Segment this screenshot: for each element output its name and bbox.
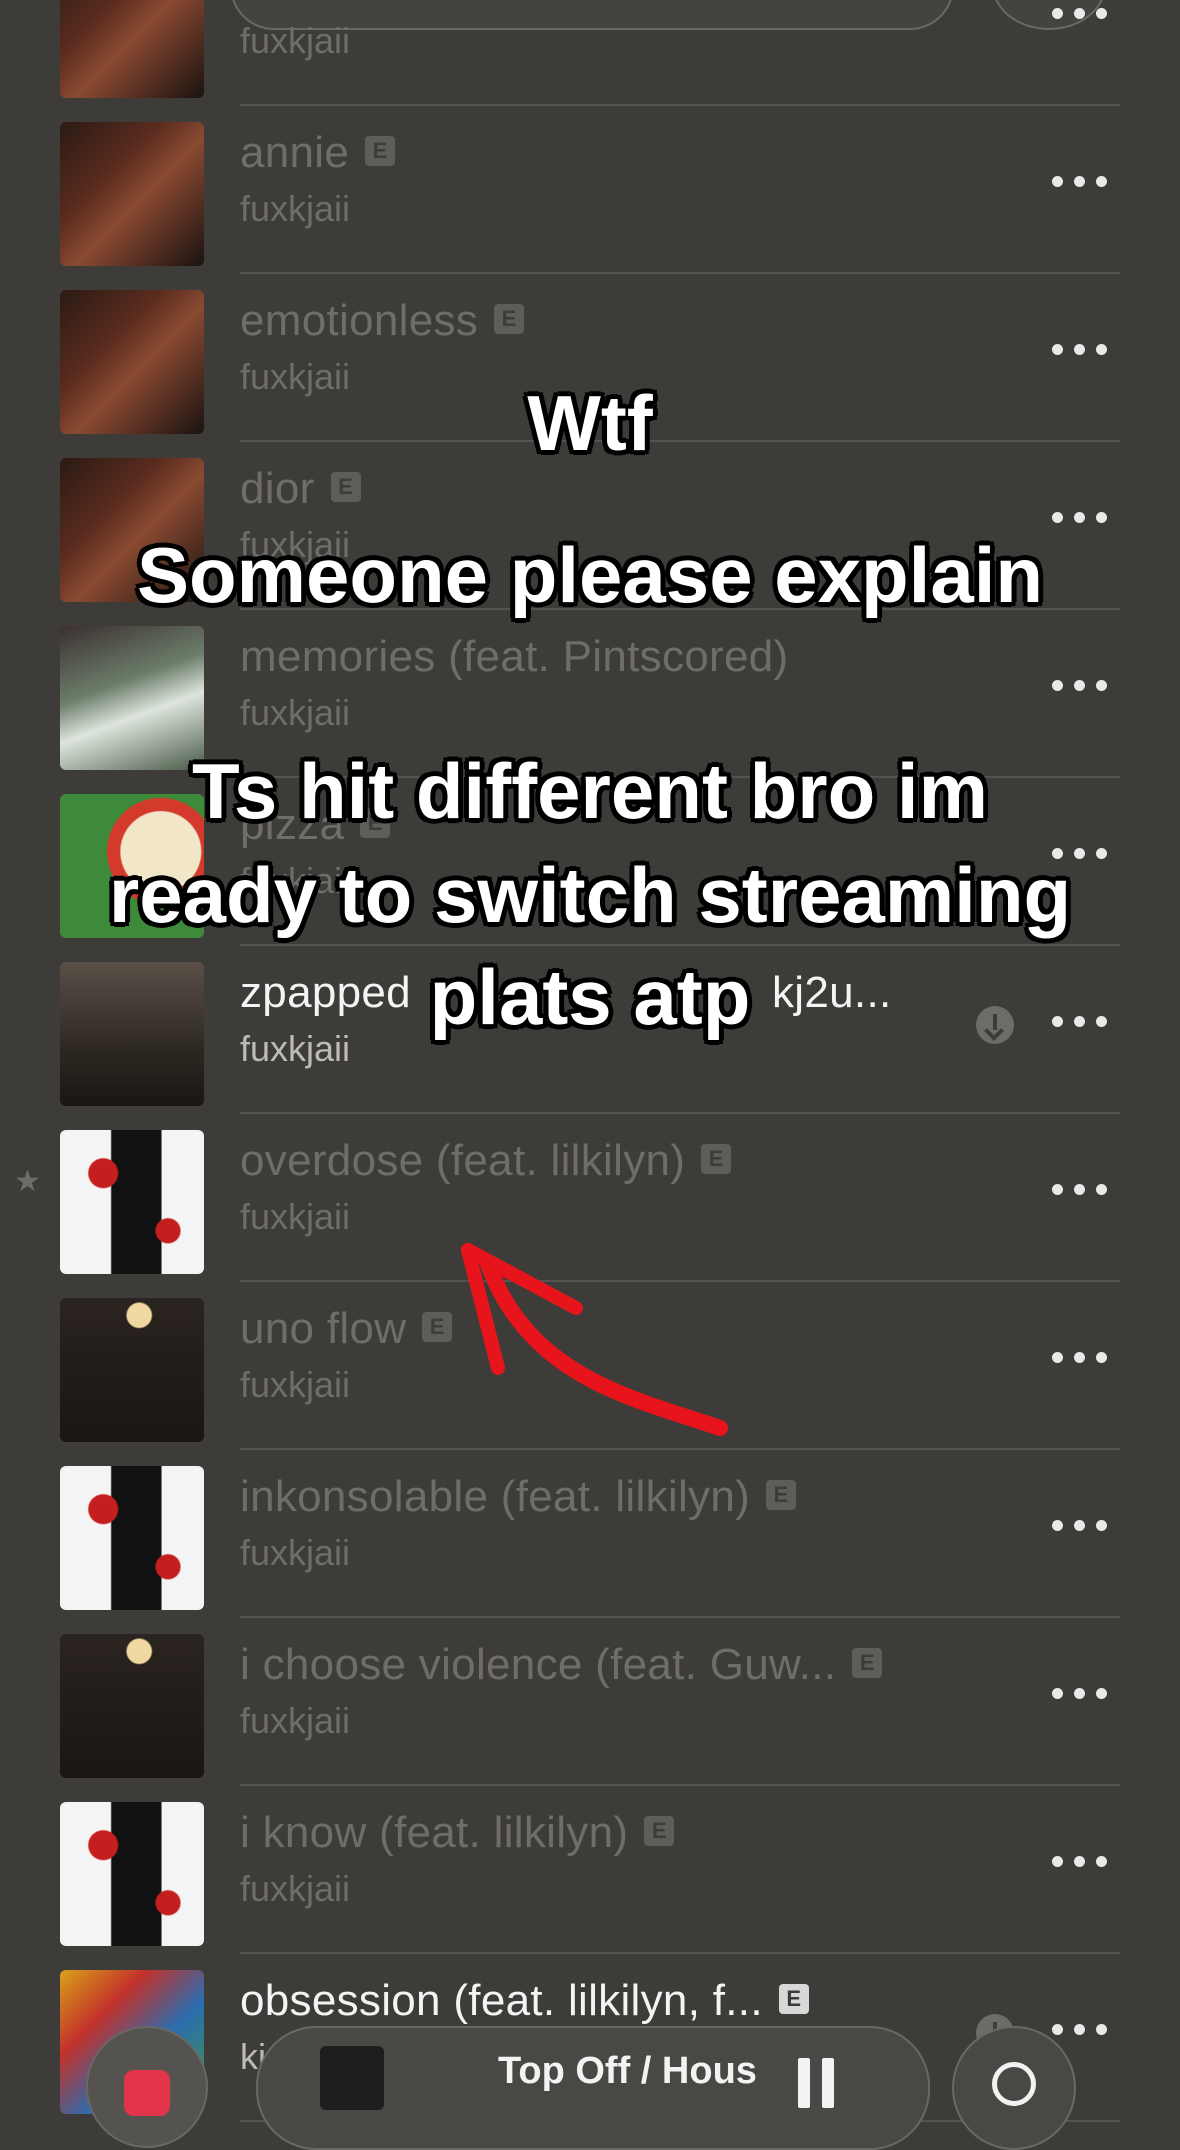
caption-line-5: plats atp bbox=[429, 953, 751, 1041]
more-options-icon[interactable] bbox=[1052, 1516, 1108, 1536]
song-artist: fuxkjaii bbox=[240, 188, 351, 229]
music-app-button[interactable] bbox=[86, 2026, 208, 2148]
song-title-text: annie bbox=[240, 128, 350, 177]
song-row[interactable]: i know (feat. lilkilyn) Efuxkjaii bbox=[0, 1786, 1180, 1954]
song-title: uno flow E bbox=[240, 1304, 453, 1354]
song-row[interactable]: fuxkjaii bbox=[0, 0, 1180, 106]
album-cover bbox=[60, 0, 204, 98]
song-title: dior E bbox=[240, 464, 361, 514]
now-playing-artwork bbox=[320, 2046, 384, 2110]
song-title-text: uno flow bbox=[240, 1304, 407, 1353]
song-artist: fuxkjaii bbox=[240, 1364, 351, 1405]
album-cover bbox=[60, 122, 204, 266]
song-title-text: overdose (feat. lilkilyn) bbox=[240, 1136, 686, 1185]
explicit-badge: E bbox=[852, 1648, 883, 1679]
song-artist: fuxkjaii bbox=[240, 1532, 351, 1573]
song-artist: fuxkjaii bbox=[240, 1700, 351, 1741]
album-cover bbox=[60, 1298, 204, 1442]
explicit-badge: E bbox=[701, 1144, 732, 1175]
more-options-icon[interactable] bbox=[1052, 1684, 1108, 1704]
red-arrow-annotation bbox=[461, 1243, 728, 1436]
search-button[interactable] bbox=[952, 2026, 1076, 2150]
album-cover bbox=[60, 1802, 204, 1946]
more-options-icon[interactable] bbox=[1052, 1852, 1108, 1872]
caption-line-3: Ts hit different bro im bbox=[192, 747, 988, 835]
song-title: annie E bbox=[240, 128, 396, 178]
song-title: i choose violence (feat. Guw... E bbox=[240, 1640, 883, 1690]
song-title: overdose (feat. lilkilyn) E bbox=[240, 1136, 732, 1186]
mini-player[interactable]: Top Off / Hous bbox=[256, 2026, 930, 2150]
caption-line-2: Someone please explain bbox=[136, 531, 1044, 619]
pause-icon[interactable] bbox=[798, 2058, 838, 2108]
song-title-text: i know (feat. lilkilyn) bbox=[240, 1808, 629, 1857]
song-title-text: memories (feat. Pintscored) bbox=[240, 632, 789, 681]
song-row[interactable]: annie Efuxkjaii bbox=[0, 106, 1180, 274]
song-artist: fuxkjaii bbox=[240, 1868, 351, 1909]
more-options-icon[interactable] bbox=[1052, 1180, 1108, 1200]
song-title-text: dior bbox=[240, 464, 315, 513]
song-artist: fuxkjaii bbox=[240, 692, 351, 733]
more-options-icon[interactable] bbox=[1052, 172, 1108, 192]
album-cover bbox=[60, 1466, 204, 1610]
explicit-badge: E bbox=[494, 304, 525, 335]
caption-line-4: ready to switch streaming bbox=[108, 851, 1072, 939]
more-options-icon[interactable] bbox=[1052, 4, 1108, 24]
more-options-icon[interactable] bbox=[1052, 508, 1108, 528]
song-artist: fuxkjaii bbox=[240, 20, 351, 61]
explicit-badge: E bbox=[644, 1816, 675, 1847]
song-title: memories (feat. Pintscored) bbox=[240, 632, 789, 682]
more-options-icon[interactable] bbox=[1052, 676, 1108, 696]
song-title: inkonsolable (feat. lilkilyn) E bbox=[240, 1472, 797, 1522]
song-row[interactable]: i choose violence (feat. Guw... Efuxkjaii bbox=[0, 1618, 1180, 1786]
song-title-text: inkonsolable (feat. lilkilyn) bbox=[240, 1472, 751, 1521]
explicit-badge: E bbox=[365, 136, 396, 167]
star-icon: ★ bbox=[14, 1165, 41, 1198]
more-options-icon[interactable] bbox=[1052, 1348, 1108, 1368]
album-cover bbox=[60, 626, 204, 770]
search-icon bbox=[992, 2062, 1036, 2106]
song-title-text: i choose violence (feat. Guw... bbox=[240, 1640, 837, 1689]
song-title: i know (feat. lilkilyn) E bbox=[240, 1808, 675, 1858]
caption-line-1: Wtf bbox=[527, 379, 653, 467]
song-artist: fuxkjaii bbox=[240, 1196, 351, 1237]
music-app-icon bbox=[124, 2070, 170, 2116]
album-cover bbox=[60, 1634, 204, 1778]
explicit-badge: E bbox=[330, 472, 361, 503]
album-cover bbox=[60, 1130, 204, 1274]
song-title-text: emotionless bbox=[240, 296, 479, 345]
song-row[interactable]: inkonsolable (feat. lilkilyn) Efuxkjaii bbox=[0, 1450, 1180, 1618]
now-playing-title: Top Off / Hous bbox=[498, 2050, 757, 2092]
song-title: emotionless E bbox=[240, 296, 525, 346]
explicit-badge: E bbox=[766, 1480, 797, 1511]
more-options-icon[interactable] bbox=[1052, 340, 1108, 360]
bottom-player-area: Top Off / Hous bbox=[0, 1990, 1180, 2150]
